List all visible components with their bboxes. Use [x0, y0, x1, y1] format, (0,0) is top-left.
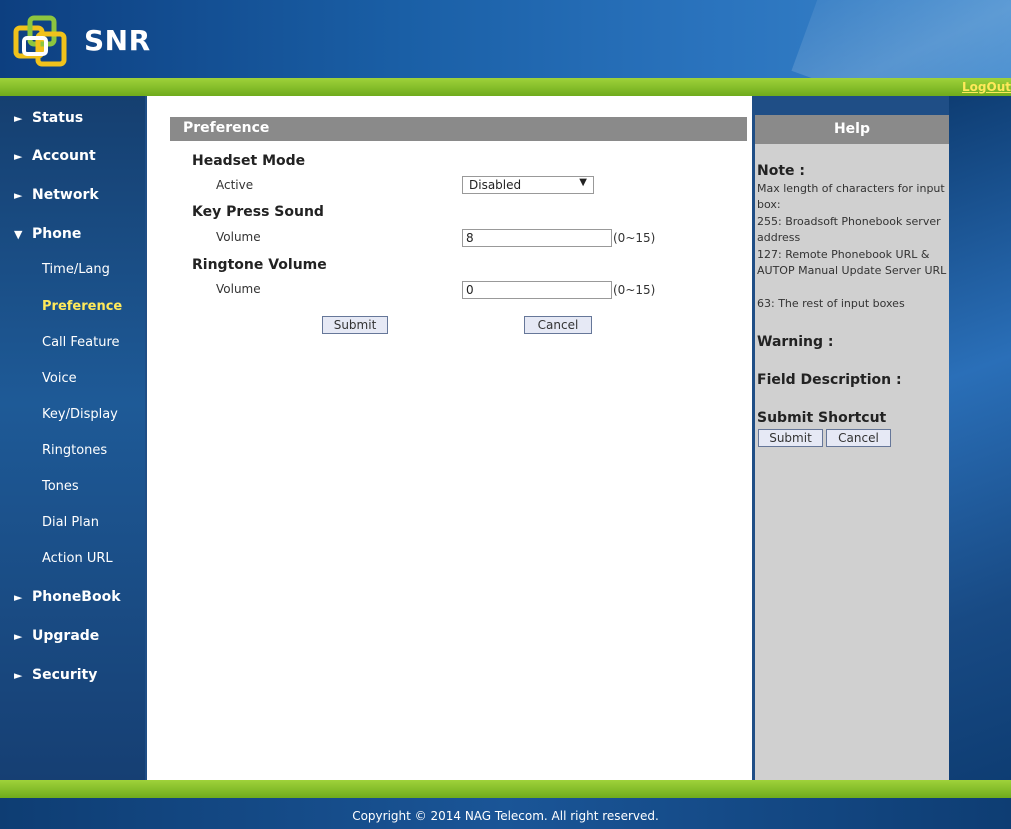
headset-mode-heading: Headset Mode — [192, 153, 306, 169]
key-press-volume-input[interactable]: 8 — [462, 229, 612, 247]
sidebar-subitem-label: Action URL — [42, 551, 113, 566]
caret-right-icon: ► — [14, 112, 23, 125]
caret-right-icon: ► — [14, 630, 23, 643]
ringtone-volume-label: Volume — [216, 282, 261, 296]
sidebar-nav: ► Status ► Account ► Network ▼ Phone Tim… — [0, 96, 145, 780]
sidebar-subitem-label: Key/Display — [42, 407, 118, 422]
help-submit-shortcut-heading: Submit Shortcut — [757, 410, 887, 426]
sidebar-item-phonebook[interactable]: ► PhoneBook — [0, 585, 145, 615]
sidebar-item-label: Phone — [32, 226, 82, 242]
caret-right-icon: ► — [14, 150, 23, 163]
sidebar-subitem-ringtones[interactable]: Ringtones — [0, 439, 145, 465]
sidebar-subitem-preference[interactable]: Preference — [0, 295, 145, 321]
sidebar-item-label: Upgrade — [32, 628, 100, 644]
help-note-heading: Note : — [757, 163, 805, 179]
logo-icon — [13, 15, 67, 67]
footer: Copyright © 2014 NAG Telecom. All right … — [0, 798, 1011, 829]
select-value: Disabled — [469, 178, 522, 192]
sidebar-subitem-label: Dial Plan — [42, 515, 99, 530]
sidebar-subitem-label: Preference — [42, 299, 123, 314]
sidebar-item-label: PhoneBook — [32, 589, 121, 605]
sidebar-subitem-label: Voice — [42, 371, 77, 386]
ringtone-volume-range: (0~15) — [613, 283, 656, 297]
sidebar-subitem-label: Time/Lang — [42, 262, 110, 277]
help-field-description-heading: Field Description : — [757, 372, 902, 388]
snr-logo: SNR — [10, 10, 150, 70]
help-warning-heading: Warning : — [757, 334, 834, 350]
key-press-sound-heading: Key Press Sound — [192, 204, 324, 220]
help-note-line: 255: Broadsoft Phonebook server address — [757, 215, 941, 244]
caret-right-icon: ► — [14, 591, 23, 604]
sidebar-item-status[interactable]: ► Status — [0, 106, 145, 136]
help-note-line: 127: Remote Phonebook URL & AUTOP Manual… — [757, 248, 947, 277]
submit-button[interactable]: Submit — [322, 316, 388, 334]
caret-down-icon: ▼ — [14, 228, 23, 241]
shortcut-submit-button[interactable]: Submit — [758, 429, 823, 447]
help-title-text: Help — [833, 121, 871, 137]
brand-name: SNR — [84, 24, 151, 57]
sidebar-item-upgrade[interactable]: ► Upgrade — [0, 624, 145, 654]
panel-title: Preference — [170, 117, 747, 141]
sidebar-item-label: Account — [32, 148, 96, 164]
sidebar-item-phone[interactable]: ▼ Phone — [0, 222, 145, 252]
sidebar-subitem-label: Call Feature — [42, 335, 120, 350]
sidebar-subitem-label: Ringtones — [42, 443, 108, 458]
sidebar-subitem-time-lang[interactable]: Time/Lang — [0, 258, 145, 284]
sidebar-item-account[interactable]: ► Account — [0, 144, 145, 174]
sidebar-subitem-action-url[interactable]: Action URL — [0, 547, 145, 573]
sidebar-subitem-voice[interactable]: Voice — [0, 367, 145, 393]
headset-active-select[interactable]: Disabled ▼ — [462, 176, 594, 194]
sidebar-item-label: Status — [32, 110, 84, 126]
caret-right-icon: ► — [14, 669, 23, 682]
sidebar-subitem-label: Tones — [42, 479, 79, 494]
sidebar-subitem-tones[interactable]: Tones — [0, 475, 145, 501]
help-panel: Help Note : Max length of characters for… — [755, 115, 949, 780]
key-press-volume-range: (0~15) — [613, 231, 656, 245]
cancel-button[interactable]: Cancel — [524, 316, 592, 334]
help-note-line: 63: The rest of input boxes — [757, 297, 905, 310]
ringtone-volume-heading: Ringtone Volume — [192, 257, 327, 273]
help-title: Help — [755, 115, 949, 144]
sidebar-item-network[interactable]: ► Network — [0, 183, 145, 213]
caret-right-icon: ► — [14, 189, 23, 202]
headset-active-label: Active — [216, 178, 254, 192]
shortcut-cancel-button[interactable]: Cancel — [826, 429, 891, 447]
top-green-bar — [0, 78, 1011, 96]
help-note-line: Max length of characters for input box: — [757, 182, 945, 211]
sidebar-item-label: Security — [32, 667, 98, 683]
sidebar-item-security[interactable]: ► Security — [0, 663, 145, 693]
dropdown-arrow-icon: ▼ — [579, 177, 587, 188]
copyright-text: Copyright © 2014 NAG Telecom. All right … — [352, 809, 659, 823]
sidebar-item-label: Network — [32, 187, 99, 203]
sidebar-subitem-dial-plan[interactable]: Dial Plan — [0, 511, 145, 537]
bottom-green-bar — [0, 780, 1011, 798]
main-content: Preference Headset Mode Active Disabled … — [147, 96, 752, 780]
sidebar-subitem-key-display[interactable]: Key/Display — [0, 403, 145, 429]
header-banner: SNR — [0, 0, 1011, 78]
right-decoration — [949, 96, 1011, 780]
key-press-volume-label: Volume — [216, 230, 261, 244]
panel-title-text: Preference — [183, 120, 270, 136]
sidebar-subitem-call-feature[interactable]: Call Feature — [0, 331, 145, 357]
ringtone-volume-input[interactable]: 0 — [462, 281, 612, 299]
logout-link[interactable]: LogOut — [962, 80, 1011, 94]
